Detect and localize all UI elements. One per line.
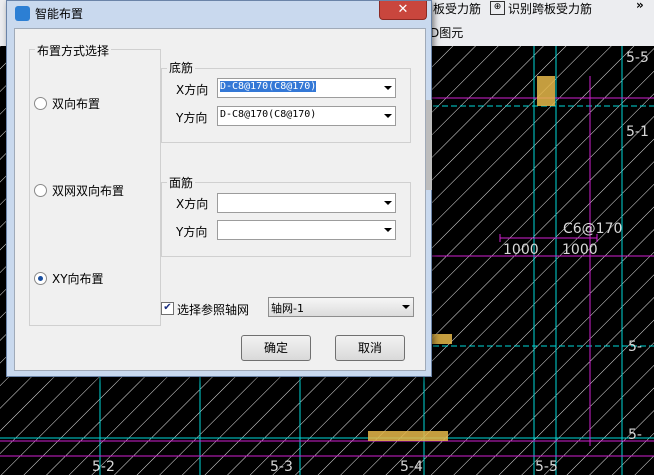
dialog-title: 智能布置 bbox=[15, 5, 83, 23]
close-icon: ✕ bbox=[397, 2, 409, 17]
dimension-label: 1000 bbox=[503, 242, 539, 258]
axis-label: 5- bbox=[628, 339, 642, 355]
toolbar-more-button[interactable]: » bbox=[636, 0, 644, 12]
bottom-y-label: Y方向 bbox=[176, 111, 208, 125]
recognize-icon: ⊕ bbox=[490, 1, 505, 15]
toolbar-graphic[interactable]: D图元 bbox=[430, 24, 463, 41]
combo-value: 轴网-1 bbox=[271, 302, 304, 315]
axis-label: 5-5 bbox=[626, 50, 649, 66]
radio-xy-direction[interactable]: XY向布置 bbox=[34, 270, 104, 287]
bottom-y-combo[interactable]: D-C8@170(C8@170) bbox=[217, 106, 396, 126]
dialog-body: 布置方式选择 双向布置 双网双向布置 XY向布置 底筋 X方向 D-C8@170… bbox=[14, 28, 426, 371]
axis-label: 5- bbox=[628, 427, 642, 443]
smart-layout-dialog: 智能布置 ✕ 布置方式选择 双向布置 双网双向布置 XY向布置 底筋 X方向 D… bbox=[6, 0, 432, 377]
axis-label: 5-5 bbox=[535, 459, 558, 475]
chevron-down-icon[interactable] bbox=[384, 114, 392, 118]
axis-ref-checkbox[interactable]: ✔ bbox=[161, 302, 174, 315]
radio-label: XY向布置 bbox=[52, 272, 104, 286]
axis-label: 5-3 bbox=[270, 459, 293, 475]
bottom-rebar-group-title: 底筋 bbox=[167, 59, 196, 76]
dimension-label: 1000 bbox=[562, 242, 598, 258]
axis-label: 5-2 bbox=[92, 459, 115, 475]
chevron-down-icon[interactable] bbox=[384, 201, 392, 205]
combo-value: D-C8@170(C8@170) bbox=[220, 81, 317, 92]
dialog-title-text: 智能布置 bbox=[35, 7, 84, 21]
toolbar-board-rebar[interactable]: 板受力筋 bbox=[433, 0, 481, 17]
scrollbar[interactable] bbox=[426, 100, 432, 190]
radio-indicator[interactable] bbox=[34, 184, 47, 197]
combo-value: D-C8@170(C8@170) bbox=[220, 109, 317, 120]
chevron-down-icon[interactable] bbox=[384, 86, 392, 90]
top-y-label: Y方向 bbox=[176, 225, 208, 239]
axis-net-combo[interactable]: 轴网-1 bbox=[268, 297, 414, 317]
radio-double-net-bidirectional[interactable]: 双网双向布置 bbox=[34, 182, 124, 199]
bottom-x-combo[interactable]: D-C8@170(C8@170) bbox=[217, 78, 396, 98]
toolbar-recognize-span-rebar[interactable]: 识别跨板受力筋 bbox=[508, 0, 592, 17]
axis-label: 5-4 bbox=[400, 459, 423, 475]
top-rebar-group-title: 面筋 bbox=[167, 174, 196, 191]
radio-indicator[interactable] bbox=[34, 272, 47, 285]
top-x-label: X方向 bbox=[176, 197, 209, 211]
radio-indicator[interactable] bbox=[34, 97, 47, 110]
top-x-combo[interactable] bbox=[217, 193, 396, 213]
radio-label: 双向布置 bbox=[52, 97, 101, 111]
cancel-button[interactable]: 取消 bbox=[335, 335, 405, 361]
radio-label: 双网双向布置 bbox=[52, 184, 125, 198]
radio-bidirectional[interactable]: 双向布置 bbox=[34, 95, 100, 112]
rebar-spec-label: C6@170 bbox=[563, 221, 622, 237]
chevron-down-icon[interactable] bbox=[384, 228, 392, 232]
axis-label: 5-1 bbox=[626, 124, 649, 140]
axis-ref-label: 选择参照轴网 bbox=[177, 303, 250, 317]
close-button[interactable]: ✕ bbox=[379, 1, 427, 20]
chevron-down-icon[interactable] bbox=[402, 305, 410, 309]
bottom-x-label: X方向 bbox=[176, 83, 209, 97]
layout-mode-group-title: 布置方式选择 bbox=[35, 42, 112, 59]
ok-button[interactable]: 确定 bbox=[241, 335, 311, 361]
top-y-combo[interactable] bbox=[217, 220, 396, 240]
